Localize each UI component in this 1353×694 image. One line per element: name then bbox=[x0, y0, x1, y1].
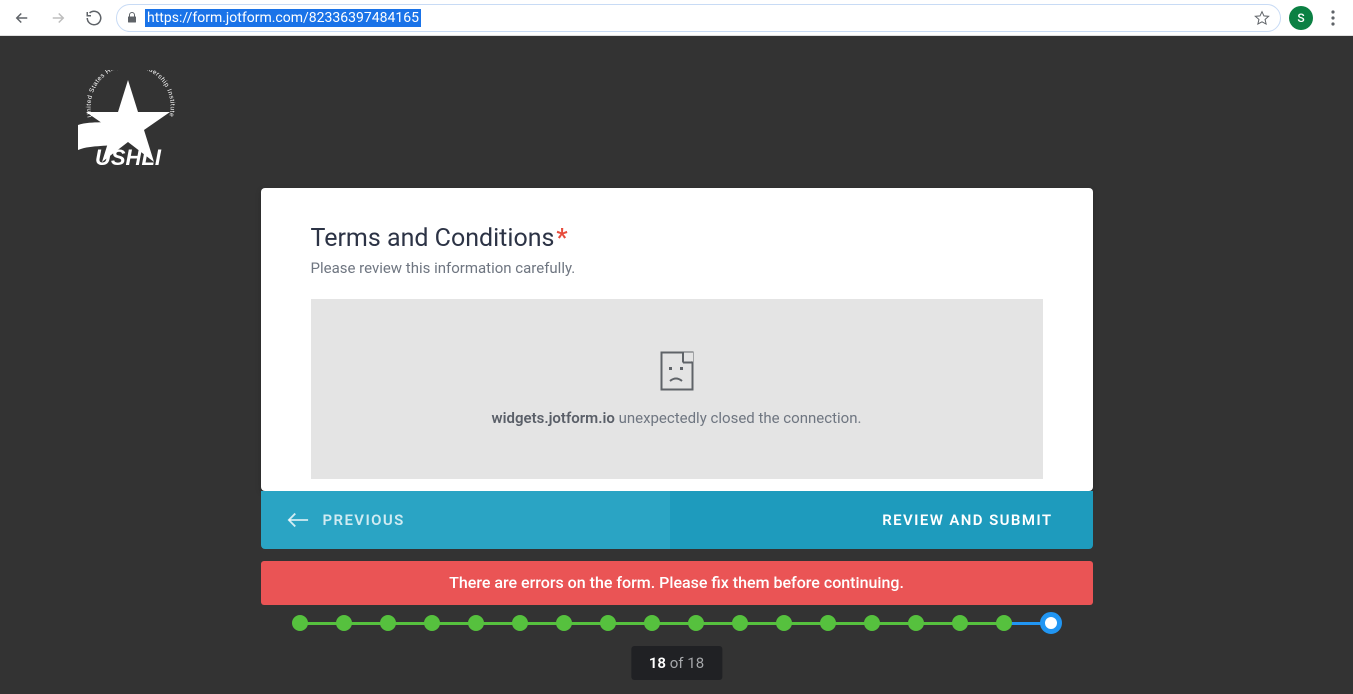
step-connector bbox=[483, 622, 513, 625]
step-connector bbox=[1011, 622, 1041, 625]
prev-label: PREVIOUS bbox=[323, 511, 405, 529]
step-current: 18 bbox=[649, 654, 666, 672]
step-dot[interactable] bbox=[820, 615, 836, 631]
review-submit-button[interactable]: REVIEW AND SUBMIT bbox=[670, 491, 1093, 549]
step-connector bbox=[351, 622, 381, 625]
step-connector bbox=[659, 622, 689, 625]
step-dot[interactable] bbox=[556, 615, 572, 631]
progress-stepper bbox=[292, 612, 1062, 634]
url-text: https://form.jotform.com/82336397484165 bbox=[145, 10, 421, 26]
form-nav-row: PREVIOUS REVIEW AND SUBMIT bbox=[261, 491, 1093, 549]
step-dot[interactable] bbox=[380, 615, 396, 631]
step-dot[interactable] bbox=[468, 615, 484, 631]
step-connector bbox=[879, 622, 909, 625]
step-dot[interactable] bbox=[600, 615, 616, 631]
form-card: Terms and Conditions* Please review this… bbox=[261, 188, 1093, 491]
embed-host: widgets.jotform.io bbox=[492, 409, 615, 427]
step-connector bbox=[615, 622, 645, 625]
card-subtitle: Please review this information carefully… bbox=[311, 259, 1043, 277]
form-error-banner: There are errors on the form. Please fix… bbox=[261, 561, 1093, 605]
step-connector bbox=[395, 622, 425, 625]
step-dot-current[interactable] bbox=[1040, 612, 1062, 634]
step-dot[interactable] bbox=[908, 615, 924, 631]
step-connector bbox=[967, 622, 997, 625]
step-dot[interactable] bbox=[292, 615, 308, 631]
kebab-icon bbox=[1331, 10, 1335, 26]
step-dot[interactable] bbox=[688, 615, 704, 631]
step-connector bbox=[703, 622, 733, 625]
step-connector bbox=[747, 622, 777, 625]
form-container: Terms and Conditions* Please review this… bbox=[261, 188, 1093, 605]
title-text: Terms and Conditions bbox=[311, 224, 555, 253]
lock-icon bbox=[125, 11, 139, 25]
step-connector bbox=[571, 622, 601, 625]
step-connector bbox=[791, 622, 821, 625]
arrow-right-icon bbox=[49, 9, 67, 27]
org-logo: United States Hispanic Leadership Instit… bbox=[68, 70, 188, 180]
step-connector bbox=[307, 622, 337, 625]
browser-toolbar: https://form.jotform.com/82336397484165 … bbox=[0, 0, 1353, 36]
address-bar[interactable]: https://form.jotform.com/82336397484165 bbox=[116, 4, 1281, 32]
next-label: REVIEW AND SUBMIT bbox=[882, 511, 1052, 529]
reload-icon bbox=[85, 9, 103, 27]
step-dot[interactable] bbox=[732, 615, 748, 631]
step-dot[interactable] bbox=[644, 615, 660, 631]
embed-error-text: widgets.jotform.io unexpectedly closed t… bbox=[492, 409, 862, 427]
page-body: United States Hispanic Leadership Instit… bbox=[0, 36, 1353, 694]
chrome-menu-button[interactable] bbox=[1321, 6, 1345, 30]
required-star-icon: * bbox=[556, 224, 567, 253]
step-connector bbox=[439, 622, 469, 625]
step-dot[interactable] bbox=[336, 615, 352, 631]
nav-forward-button[interactable] bbox=[44, 4, 72, 32]
bookmark-star-icon[interactable] bbox=[1254, 10, 1270, 26]
svg-text:USHLI: USHLI bbox=[95, 145, 162, 170]
step-connector bbox=[835, 622, 865, 625]
profile-initial: S bbox=[1297, 11, 1304, 25]
step-dot[interactable] bbox=[864, 615, 880, 631]
step-of-word: of bbox=[670, 654, 684, 672]
error-text: There are errors on the form. Please fix… bbox=[449, 573, 904, 592]
step-connector bbox=[527, 622, 557, 625]
step-counter-badge: 18 of 18 bbox=[631, 646, 722, 680]
step-dot[interactable] bbox=[952, 615, 968, 631]
arrow-left-icon bbox=[13, 9, 31, 27]
embed-tail: unexpectedly closed the connection. bbox=[615, 409, 862, 427]
card-title: Terms and Conditions* bbox=[311, 224, 1043, 253]
arrow-left-icon bbox=[287, 512, 309, 528]
step-connector bbox=[923, 622, 953, 625]
step-dot[interactable] bbox=[512, 615, 528, 631]
nav-back-button[interactable] bbox=[8, 4, 36, 32]
step-dot[interactable] bbox=[424, 615, 440, 631]
broken-page-icon bbox=[660, 351, 694, 391]
ushli-logo-icon: United States Hispanic Leadership Instit… bbox=[68, 70, 188, 180]
embedded-widget-frame: widgets.jotform.io unexpectedly closed t… bbox=[311, 299, 1043, 479]
step-dot[interactable] bbox=[776, 615, 792, 631]
previous-button[interactable]: PREVIOUS bbox=[261, 491, 670, 549]
profile-avatar[interactable]: S bbox=[1289, 6, 1313, 30]
nav-reload-button[interactable] bbox=[80, 4, 108, 32]
step-dot[interactable] bbox=[996, 615, 1012, 631]
step-total: 18 bbox=[687, 654, 704, 672]
